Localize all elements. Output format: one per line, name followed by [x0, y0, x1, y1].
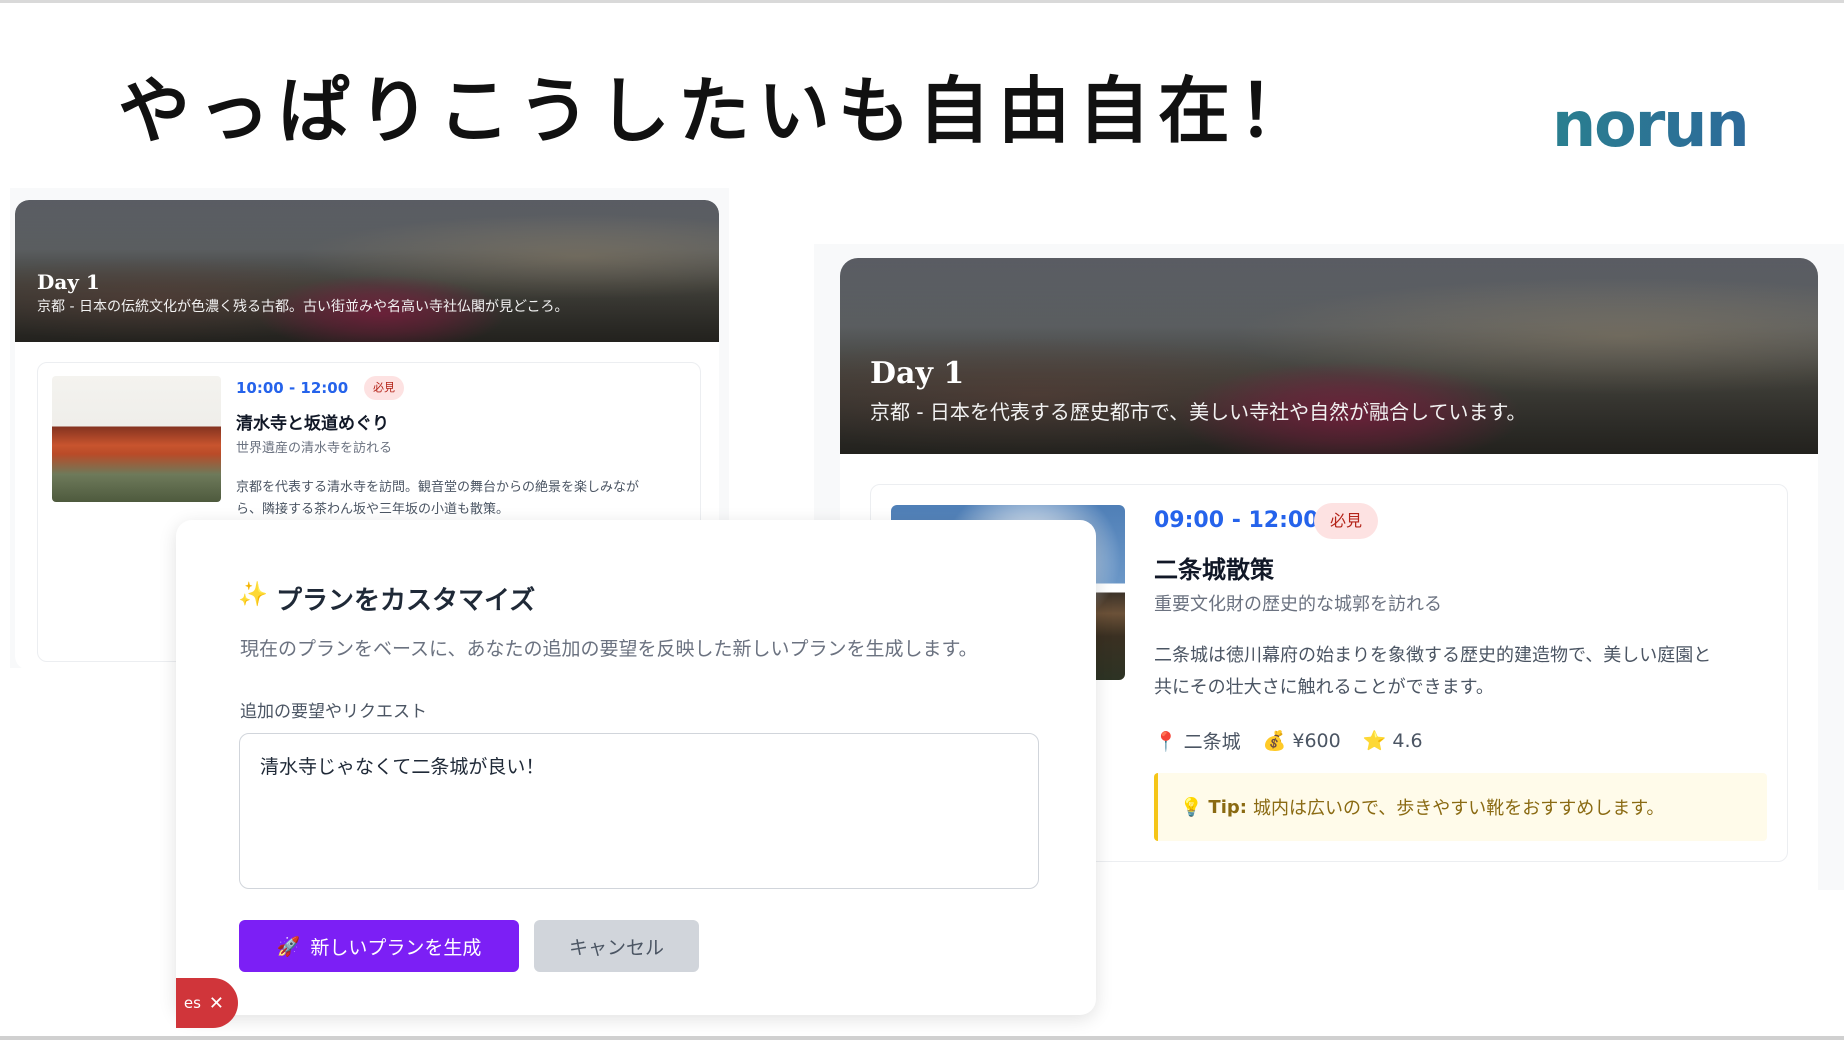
right-desc-line-1: 二条城は徳川幕府の始まりを象徴する歴史的建造物で、美しい庭園と [1154, 645, 1712, 666]
tip-box: 💡 Tip: 城内は広いので、歩きやすい靴をおすすめします。 [1154, 773, 1767, 841]
kiyomizu-temple-image [52, 376, 221, 502]
toast-text: es [183, 994, 201, 1012]
norun-logo: norun [1552, 88, 1750, 161]
right-activity-description: 二条城は徳川幕府の始まりを象徴する歴史的建造物で、美しい庭園と 共にその壮大さに… [1154, 640, 1784, 704]
right-activity-time: 09:00 - 12:00 [1154, 508, 1319, 533]
error-toast[interactable]: es ✕ [176, 978, 238, 1028]
left-must-see-badge: 必見 [364, 376, 404, 400]
request-field-label: 追加の要望やリクエスト [240, 702, 427, 722]
generate-plan-label: 新しいプランを生成 [310, 936, 482, 959]
sparkles-icon: ✨ [238, 580, 268, 608]
close-icon[interactable]: ✕ [209, 993, 224, 1014]
left-desc-line-1: 京都を代表する清水寺を訪問。観音堂の舞台からの絶景を楽しみなが [236, 480, 640, 495]
right-activity-subtitle: 重要文化財の歴史的な城郭を訪れる [1154, 594, 1442, 615]
lightbulb-icon: 💡 [1180, 796, 1203, 818]
rocket-icon: 🚀 [276, 935, 301, 958]
right-day-title: Day 1 [870, 356, 965, 391]
location-meta: 📍 二条城 [1154, 731, 1241, 753]
right-must-see-badge: 必見 [1314, 503, 1378, 539]
request-textarea[interactable]: 清水寺じゃなくて二条城が良い！ [239, 733, 1039, 889]
star-icon: ⭐ [1362, 730, 1387, 752]
activity-meta-row: 📍 二条城 💰 ¥600 ⭐ 4.6 [1154, 727, 1423, 754]
modal-title: プランをカスタマイズ [276, 586, 536, 616]
tip-text: 城内は広いので、歩きやすい靴をおすすめします。 [1252, 798, 1665, 819]
left-day-description: 京都 - 日本の伝統文化が色濃く残る古都。古い街並みや名高い寺社仏閣が見どころ。 [37, 299, 569, 315]
generate-plan-button[interactable]: 🚀 新しいプランを生成 [239, 920, 519, 972]
left-activity-time: 10:00 - 12:00 [236, 379, 349, 397]
bottom-border [0, 1036, 1844, 1040]
pin-icon: 📍 [1154, 731, 1178, 753]
left-day-hero-image: Day 1 京都 - 日本の伝統文化が色濃く残る古都。古い街並みや名高い寺社仏閣… [15, 200, 719, 342]
money-bag-icon: 💰 [1262, 730, 1287, 752]
customize-plan-modal: ✨ プランをカスタマイズ 現在のプランをベースに、あなたの追加の要望を反映した新… [176, 520, 1096, 1015]
cancel-button[interactable]: キャンセル [534, 920, 699, 972]
price-meta: 💰 ¥600 [1262, 730, 1341, 752]
left-desc-line-2: ら、隣接する茶わん坂や三年坂の小道も散策。 [236, 502, 510, 517]
right-desc-line-2: 共にその壮大さに触れることができます。 [1154, 677, 1494, 698]
left-day-title: Day 1 [37, 270, 100, 294]
left-activity-name: 清水寺と坂道めぐり [236, 414, 389, 434]
right-activity-name: 二条城散策 [1154, 556, 1274, 584]
top-border [0, 0, 1844, 3]
left-activity-description: 京都を代表する清水寺を訪問。観音堂の舞台からの絶景を楽しみなが ら、隣接する茶わ… [236, 477, 686, 521]
left-activity-subtitle: 世界遺産の清水寺を訪れる [236, 441, 393, 456]
slide-title: やっぱりこうしたいも自由自在！ [118, 69, 1319, 153]
right-day-description: 京都 - 日本を代表する歴史都市で、美しい寺社や自然が融合しています。 [870, 400, 1527, 424]
tip-label: Tip: [1208, 796, 1247, 818]
rating-meta: ⭐ 4.6 [1362, 730, 1423, 752]
modal-description: 現在のプランをベースに、あなたの追加の要望を反映した新しいプランを生成します。 [240, 638, 978, 660]
right-day-hero-image: Day 1 京都 - 日本を代表する歴史都市で、美しい寺社や自然が融合しています… [840, 258, 1818, 454]
